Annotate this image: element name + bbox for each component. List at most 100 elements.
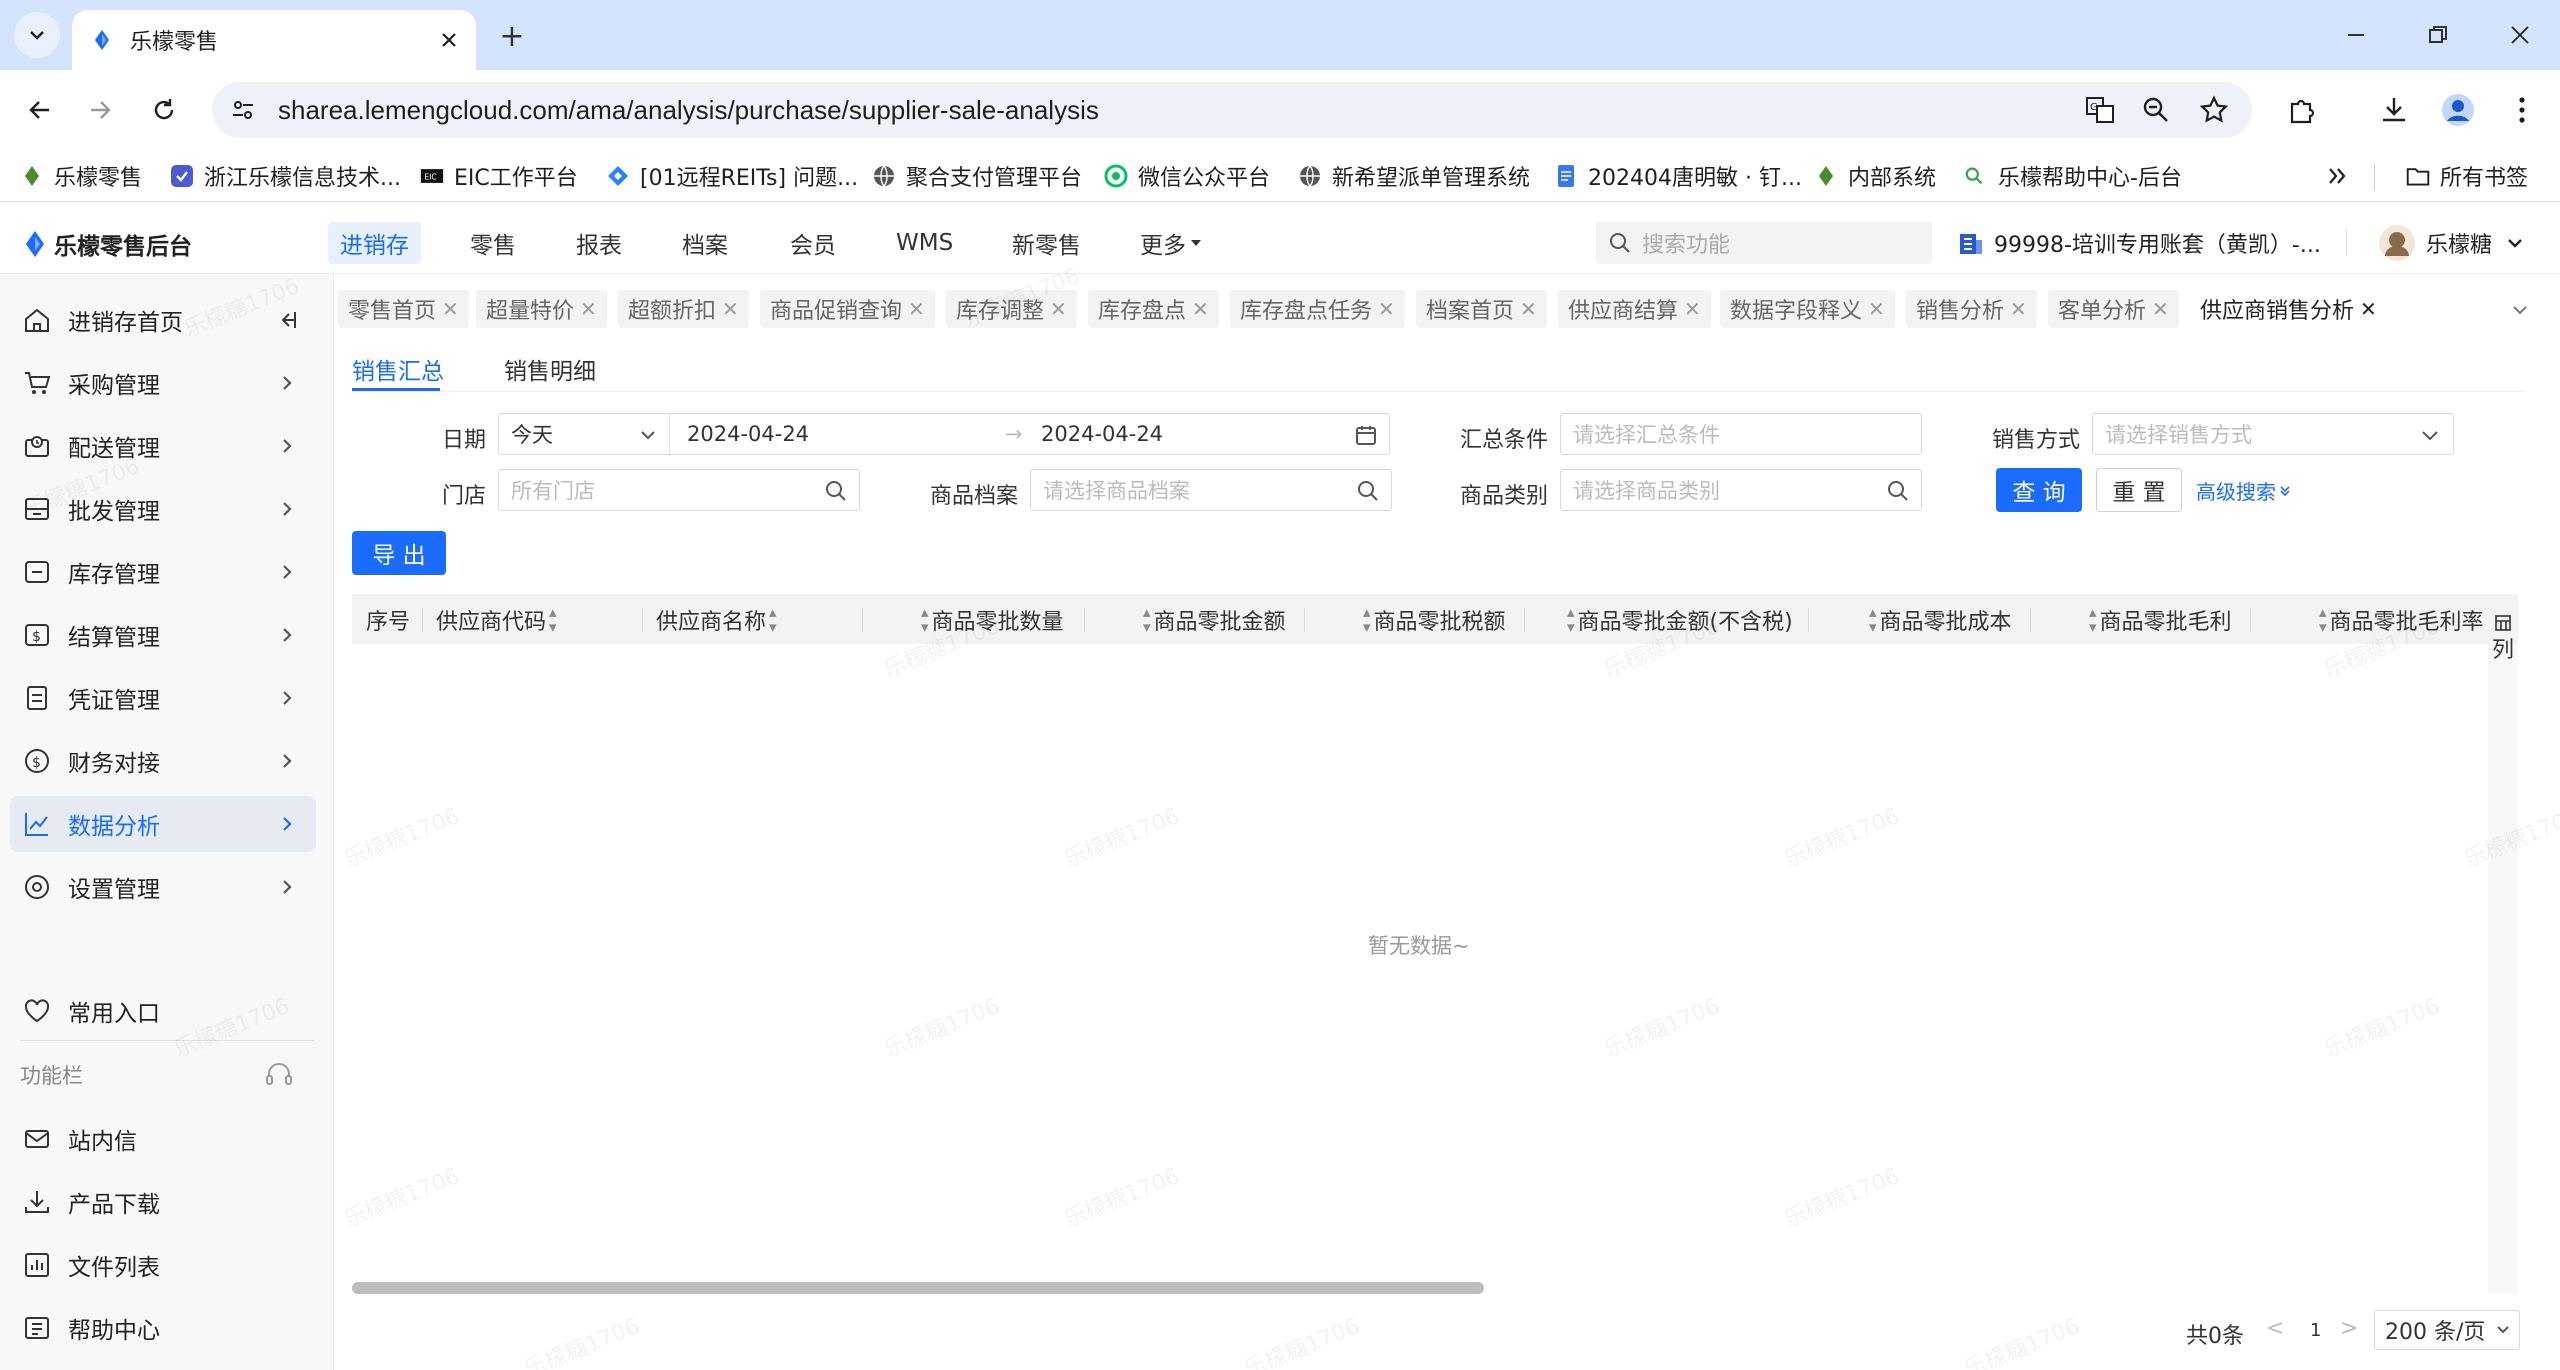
bookmark-item[interactable]: 聚合支付管理平台 <box>872 160 1082 192</box>
store-input[interactable]: 所有门店 <box>498 469 860 511</box>
translate-button[interactable]: G <box>2076 86 2124 134</box>
close-icon[interactable]: ✕ <box>1520 297 1537 321</box>
column-settings-button[interactable]: 列 <box>2488 614 2518 664</box>
sort-icon[interactable]: ▴ ▾ <box>2089 605 2097 635</box>
export-button[interactable]: 导 出 <box>352 531 446 575</box>
downloads-button[interactable] <box>2370 86 2418 134</box>
restore-button[interactable] <box>2398 8 2478 62</box>
sidebar-item-settings[interactable]: 设置管理 <box>10 859 316 915</box>
page-tab[interactable]: 超额折扣 ✕ <box>618 290 749 328</box>
function-search-input[interactable]: 搜索功能 <box>1596 222 1932 264</box>
search-icon[interactable] <box>1887 480 1909 502</box>
bookmark-item[interactable]: [01远程REITs] 问题... <box>606 160 858 192</box>
page-tab[interactable]: 销售分析 ✕ <box>1906 290 2037 328</box>
sort-icon[interactable]: ▴ ▾ <box>1363 605 1371 635</box>
extensions-button[interactable] <box>2278 86 2326 134</box>
sidebar-item-settlement[interactable]: $ 结算管理 <box>10 607 316 663</box>
pager-next-button[interactable]: > <box>2340 1316 2358 1341</box>
bookmark-item[interactable]: 浙江乐檬信息技术... <box>170 160 401 192</box>
close-icon[interactable]: ✕ <box>1050 297 1067 321</box>
page-tab[interactable]: 零售首页 ✕ <box>338 290 469 328</box>
col-qty[interactable]: ▴ ▾ 商品零批数量 <box>918 604 1064 636</box>
page-tab[interactable]: 客单分析 ✕ <box>2048 290 2179 328</box>
search-icon[interactable] <box>825 480 847 502</box>
app-logo[interactable]: 乐檬零售后台 <box>22 226 192 262</box>
close-icon[interactable]: ✕ <box>1868 297 1885 321</box>
new-tab-button[interactable]: + <box>490 14 534 58</box>
page-tab[interactable]: 库存盘点 ✕ <box>1088 290 1219 328</box>
forward-button[interactable] <box>76 86 124 134</box>
customer-service-button[interactable] <box>264 1060 294 1090</box>
close-icon[interactable]: ✕ <box>2360 297 2377 321</box>
back-button[interactable] <box>16 86 64 134</box>
sidebar-tool-help[interactable]: 帮助中心 <box>10 1300 316 1356</box>
sidebar-favorites[interactable]: 常用入口 <box>10 983 316 1039</box>
date-range-picker[interactable]: 今天 2024-04-24 → 2024-04-24 <box>498 413 1390 455</box>
col-amount[interactable]: ▴ ▾ 商品零批金额 <box>1140 604 1286 636</box>
page-tab[interactable]: 档案首页 ✕ <box>1416 290 1547 328</box>
browser-menu-button[interactable] <box>2498 86 2546 134</box>
sale-mode-select[interactable]: 请选择销售方式 <box>2092 413 2454 455</box>
search-icon[interactable] <box>1357 480 1379 502</box>
user-menu[interactable]: 乐檬糖 <box>2378 222 2524 264</box>
reload-button[interactable] <box>140 86 188 134</box>
page-size-select[interactable]: 200 条/页 <box>2374 1310 2520 1350</box>
bookmark-item[interactable]: 乐檬帮助中心-后台 <box>1964 160 2182 192</box>
bookmark-item[interactable]: 202404唐明敏 · 钉... <box>1554 160 1802 192</box>
sidebar-item-wholesale[interactable]: 批发管理 <box>10 481 316 537</box>
zoom-button[interactable] <box>2132 86 2180 134</box>
collapse-sidebar-icon[interactable] <box>275 308 299 332</box>
sort-icon[interactable]: ▴ ▾ <box>921 605 929 635</box>
bookmark-item[interactable]: 新希望派单管理系统 <box>1298 160 1530 192</box>
bookmark-item[interactable]: 乐檬零售 <box>20 160 142 192</box>
page-tab[interactable]: 数据字段释义 ✕ <box>1720 290 1895 328</box>
col-gross-profit[interactable]: ▴ ▾ 商品零批毛利 <box>2086 604 2232 636</box>
goods-category-input[interactable]: 请选择商品类别 <box>1560 469 1922 511</box>
account-selector[interactable]: 99998-培训专用账套（黄凯）-... <box>1958 222 2321 264</box>
bookmark-item[interactable]: 微信公众平台 <box>1104 160 1270 192</box>
sidebar-item-voucher[interactable]: 凭证管理 <box>10 670 316 726</box>
close-icon[interactable]: ✕ <box>908 297 925 321</box>
all-bookmarks[interactable]: 所有书签 <box>2406 160 2528 192</box>
tab-search-button[interactable] <box>14 12 60 58</box>
topnav-new-retail[interactable]: 新零售 <box>1000 222 1093 264</box>
subtab-sales-summary[interactable]: 销售汇总 <box>352 352 444 386</box>
sidebar-item-finance[interactable]: $ 财务对接 <box>10 733 316 789</box>
close-icon[interactable]: ✕ <box>2152 297 2169 321</box>
page-tab-active[interactable]: 供应商销售分析 ✕ <box>2190 290 2387 328</box>
sidebar-tool-messages[interactable]: 站内信 <box>10 1111 316 1167</box>
close-window-button[interactable] <box>2480 8 2560 62</box>
pager-page-number[interactable]: 1 <box>2310 1320 2321 1341</box>
col-supplier-name[interactable]: 供应商名称 ▴ ▾ <box>656 604 780 636</box>
page-tab[interactable]: 供应商结算 ✕ <box>1558 290 1711 328</box>
col-tax[interactable]: ▴ ▾ 商品零批税额 <box>1360 604 1506 636</box>
page-tab[interactable]: 商品促销查询 ✕ <box>760 290 935 328</box>
sidebar-tool-file-list[interactable]: 文件列表 <box>10 1237 316 1293</box>
topnav-more[interactable]: 更多 <box>1128 222 1214 264</box>
reset-button[interactable]: 重 置 <box>2096 468 2182 512</box>
site-info-icon[interactable] <box>230 97 256 123</box>
close-icon[interactable]: ✕ <box>722 297 739 321</box>
topnav-retail[interactable]: 零售 <box>458 222 528 264</box>
sort-icon[interactable]: ▴ ▾ <box>549 605 557 635</box>
sidebar-tool-downloads[interactable]: 产品下载 <box>10 1174 316 1230</box>
horizontal-scrollbar-thumb[interactable] <box>352 1282 1484 1294</box>
sidebar-item-delivery[interactable]: 配送管理 <box>10 418 316 474</box>
sidebar-item-inventory[interactable]: 库存管理 <box>10 544 316 600</box>
bookmark-star-button[interactable] <box>2190 86 2238 134</box>
col-gross-margin[interactable]: ▴ ▾ 商品零批毛利率 <box>2316 604 2484 636</box>
profile-button[interactable] <box>2434 86 2482 134</box>
close-icon[interactable] <box>440 31 458 49</box>
page-tab[interactable]: 超量特价 ✕ <box>476 290 607 328</box>
page-tab[interactable]: 库存调整 ✕ <box>946 290 1077 328</box>
topnav-inventory[interactable]: 进销存 <box>328 222 421 264</box>
close-icon[interactable]: ✕ <box>2010 297 2027 321</box>
sort-icon[interactable]: ▴ ▾ <box>2319 605 2327 635</box>
subtab-sales-detail[interactable]: 销售明细 <box>504 352 596 386</box>
sort-icon[interactable]: ▴ ▾ <box>1567 605 1575 635</box>
bookmark-item[interactable]: 内部系统 <box>1814 160 1936 192</box>
date-end-input[interactable]: 2024-04-24 <box>1041 422 1163 446</box>
browser-tab[interactable]: 乐檬零售 <box>72 10 476 70</box>
close-icon[interactable]: ✕ <box>1378 297 1395 321</box>
address-bar[interactable]: sharea.lemengcloud.com/ama/analysis/purc… <box>212 82 2252 138</box>
